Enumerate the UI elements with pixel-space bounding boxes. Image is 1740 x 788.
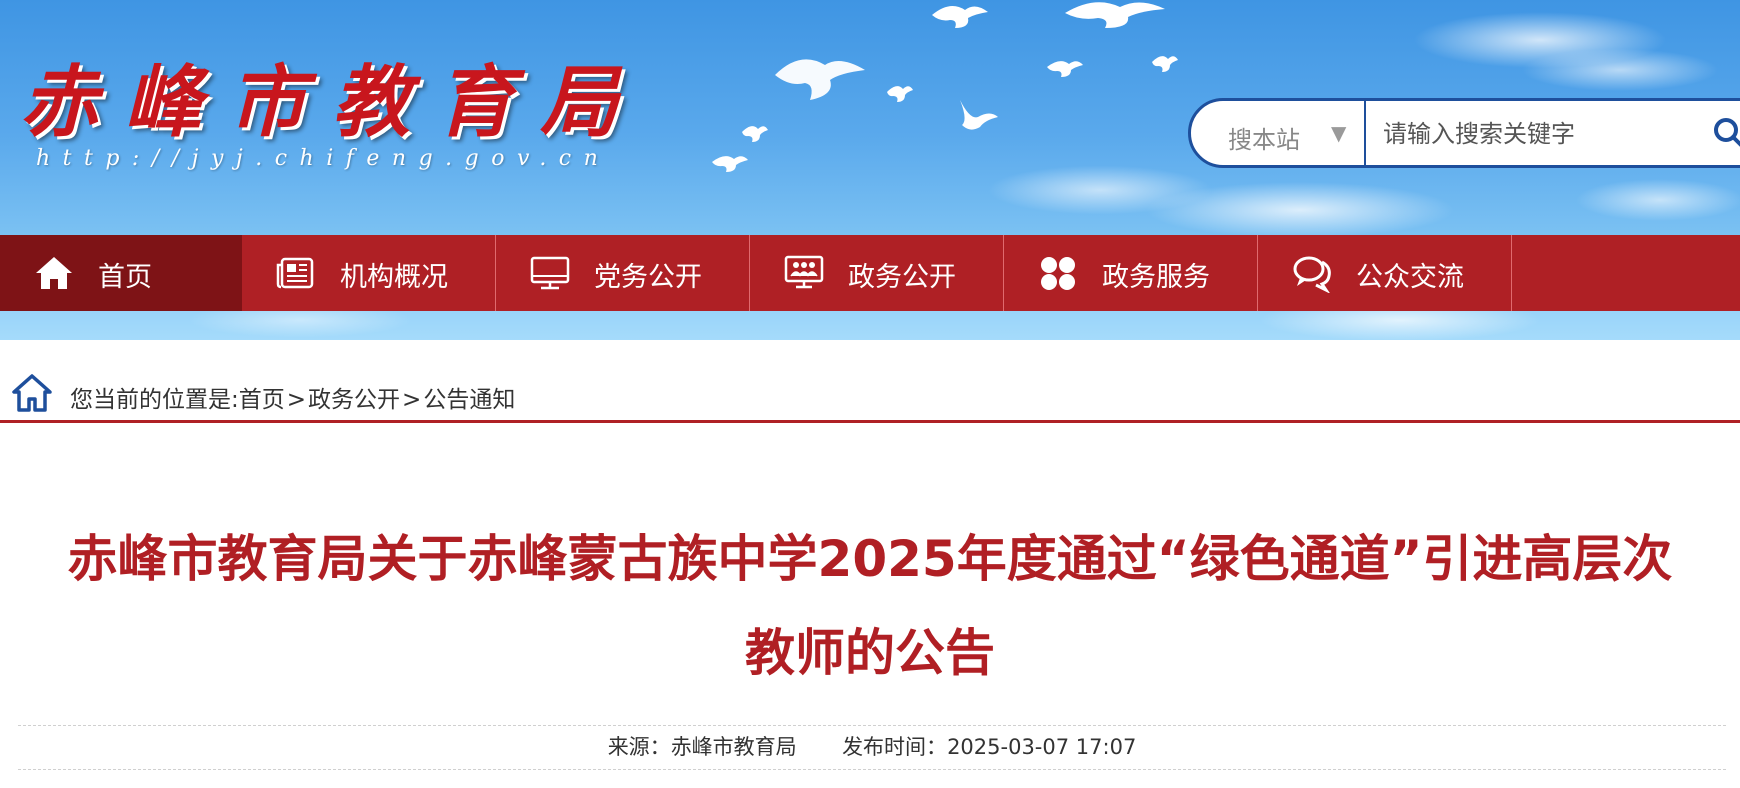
nav-label: 机构概况: [340, 262, 448, 293]
dove-illustration: [1065, 2, 1165, 28]
nav-label: 政务公开: [848, 262, 956, 293]
search-scope-select[interactable]: 搜本站 ▼: [1191, 101, 1366, 165]
search-scope-label: 搜本站: [1228, 126, 1300, 154]
nav-item-party-affairs[interactable]: 党务公开: [496, 235, 750, 311]
article-title-line: 赤峰市教育局关于赤峰蒙古族中学2025年度通过“绿色通道”引进高层次: [67, 530, 1673, 588]
date-label: 发布时间：: [842, 735, 948, 759]
nav-item-home[interactable]: 首页: [0, 235, 242, 311]
nav-item-government-services[interactable]: 政务服务: [1004, 235, 1258, 311]
nav-label: 首页: [98, 262, 152, 293]
breadcrumb-item-announcements[interactable]: 公告通知: [423, 387, 515, 413]
breadcrumb-separator: >: [286, 387, 307, 413]
article-title: 赤峰市教育局关于赤峰蒙古族中学2025年度通过“绿色通道”引进高层次 教师的公告: [0, 512, 1740, 700]
home-icon: [36, 257, 72, 289]
site-logo-title[interactable]: 赤峰市教育局: [20, 40, 644, 152]
nav-item-public-exchange[interactable]: 公众交流: [1258, 235, 1512, 311]
main-nav: 首页 机构概况 党务公开 政务公开 政务服务 公众交流: [0, 235, 1740, 311]
breadcrumb-separator: >: [402, 387, 422, 413]
nav-item-government-affairs[interactable]: 政务公开: [750, 235, 1004, 311]
site-url: http://jyj.chifeng.gov.cn: [36, 146, 611, 171]
breadcrumb: 您当前的位置是:首页>政务公开>公告通知: [0, 340, 1740, 423]
newspaper-icon: [276, 257, 314, 289]
grid-icon: [1041, 257, 1075, 290]
presentation-icon: [784, 255, 824, 289]
dropdown-arrow-icon: ▼: [1331, 121, 1347, 145]
dove-illustration: [1047, 61, 1083, 77]
nav-label: 政务服务: [1102, 262, 1210, 293]
nav-item-institution[interactable]: 机构概况: [242, 235, 496, 311]
article-meta: 来源：赤峰市教育局 发布时间：2025-03-07 17:07: [18, 725, 1726, 770]
breadcrumb-item-home[interactable]: 首页: [239, 387, 285, 413]
article-source: 赤峰市教育局: [670, 735, 797, 759]
dove-illustration: [712, 156, 748, 172]
dove-illustration: [1152, 56, 1178, 72]
breadcrumb-item-government-affairs[interactable]: 政务公开: [308, 387, 400, 413]
breadcrumb-prefix: 您当前的位置是:: [70, 387, 239, 413]
source-label: 来源：: [607, 735, 671, 759]
dove-illustration: [960, 100, 998, 130]
search-input[interactable]: [1381, 111, 1685, 157]
dove-illustration: [887, 86, 913, 102]
monitor-icon: [530, 256, 570, 290]
nav-label: 公众交流: [1356, 262, 1464, 293]
breadcrumb-trail: 您当前的位置是:首页>政务公开>公告通知: [70, 380, 515, 414]
article-date: 2025-03-07 17:07: [947, 735, 1137, 759]
home-icon[interactable]: [12, 373, 52, 413]
dove-illustration: [932, 6, 988, 28]
chat-icon: [1293, 256, 1331, 293]
nav-label: 党务公开: [594, 262, 702, 293]
article-title-line: 教师的公告: [745, 624, 995, 682]
search-icon[interactable]: [1711, 115, 1740, 151]
dove-illustration: [742, 126, 768, 142]
dove-illustration: [775, 59, 865, 100]
search-box: 搜本站 ▼: [1188, 98, 1740, 168]
